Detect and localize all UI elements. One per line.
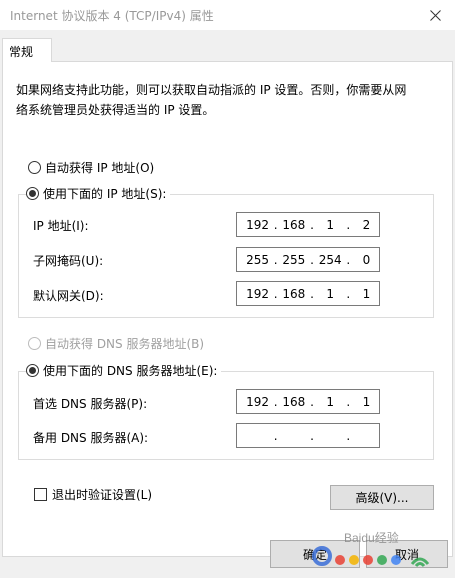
default-gateway-input[interactable]: 192. 168. 1. 1 bbox=[236, 281, 380, 306]
default-gateway-octet-2: 168 bbox=[282, 286, 306, 301]
cancel-button[interactable]: 取消 bbox=[366, 540, 448, 568]
close-button[interactable] bbox=[415, 0, 455, 30]
radio-manual-ip[interactable]: 使用下面的 IP 地址(S): bbox=[26, 185, 171, 202]
radio-manual-ip-circle[interactable] bbox=[26, 187, 39, 200]
preferred-dns-input[interactable]: 192. 168. 1. 1 bbox=[236, 389, 380, 414]
tab-general[interactable]: 常规 bbox=[2, 38, 52, 62]
preferred-dns-octet-1: 192 bbox=[246, 394, 270, 409]
validate-on-exit-label: 退出时验证设置(L) bbox=[52, 488, 153, 502]
tab-general-label: 常规 bbox=[9, 45, 34, 59]
radio-auto-dns-label: 自动获得 DNS 服务器地址(B) bbox=[45, 337, 205, 351]
preferred-dns-label: 首选 DNS 服务器(P): bbox=[33, 397, 148, 411]
advanced-button-label: 高级(V)... bbox=[355, 491, 409, 505]
validate-on-exit-box[interactable] bbox=[34, 488, 47, 501]
subnet-mask-input[interactable]: 255. 255. 254. 0 bbox=[236, 247, 380, 272]
ip-address-octet-3: 1 bbox=[326, 217, 334, 232]
radio-manual-ip-label: 使用下面的 IP 地址(S): bbox=[43, 187, 167, 201]
default-gateway-octet-1: 192 bbox=[246, 286, 270, 301]
radio-auto-ip-circle[interactable] bbox=[28, 161, 41, 174]
radio-manual-dns-label: 使用下面的 DNS 服务器地址(E): bbox=[43, 364, 218, 378]
subnet-mask-octet-2: 255 bbox=[282, 252, 306, 267]
advanced-button[interactable]: 高级(V)... bbox=[330, 485, 434, 510]
title-bar: Internet 协议版本 4 (TCP/IPv4) 属性 bbox=[0, 0, 455, 30]
ip-address-label: IP 地址(I): bbox=[33, 219, 89, 233]
preferred-dns-octet-3: 1 bbox=[326, 394, 334, 409]
radio-auto-ip[interactable]: 自动获得 IP 地址(O) bbox=[28, 159, 159, 176]
ok-button-label: 确定 bbox=[302, 547, 327, 562]
radio-auto-dns[interactable]: 自动获得 DNS 服务器地址(B) bbox=[28, 335, 209, 352]
default-gateway-label: 默认网关(D): bbox=[33, 289, 104, 303]
ip-address-input[interactable]: 192. 168. 1. 2 bbox=[236, 212, 380, 237]
close-icon bbox=[429, 9, 441, 21]
description-line-1: 如果网络支持此功能，则可以获取自动指派的 IP 设置。否则，你需要从网 bbox=[16, 83, 407, 97]
subnet-mask-label: 子网掩码(U): bbox=[33, 254, 104, 268]
alternate-dns-input[interactable]: . . . bbox=[236, 423, 380, 448]
validate-on-exit-checkbox[interactable]: 退出时验证设置(L) bbox=[34, 486, 152, 503]
default-gateway-octet-3: 1 bbox=[326, 286, 334, 301]
window-title: Internet 协议版本 4 (TCP/IPv4) 属性 bbox=[10, 9, 214, 23]
description-text: 如果网络支持此功能，则可以获取自动指派的 IP 设置。否则，你需要从网 络系统管… bbox=[16, 80, 426, 120]
default-gateway-octet-4: 1 bbox=[362, 286, 371, 301]
ip-address-octet-4: 2 bbox=[362, 217, 371, 232]
subnet-mask-octet-1: 255 bbox=[246, 252, 270, 267]
preferred-dns-octet-4: 1 bbox=[362, 394, 371, 409]
subnet-mask-octet-3: 254 bbox=[318, 252, 342, 267]
cancel-button-label: 取消 bbox=[394, 547, 419, 562]
ip-address-octet-2: 168 bbox=[282, 217, 306, 232]
ip-address-octet-1: 192 bbox=[246, 217, 270, 232]
dialog-body: 常规 如果网络支持此功能，则可以获取自动指派的 IP 设置。否则，你需要从网 络… bbox=[0, 30, 455, 578]
subnet-mask-octet-4: 0 bbox=[362, 252, 371, 267]
radio-auto-ip-label: 自动获得 IP 地址(O) bbox=[45, 161, 155, 175]
description-line-2: 络系统管理员处获得适当的 IP 设置。 bbox=[16, 103, 215, 117]
ok-button[interactable]: 确定 bbox=[270, 540, 360, 568]
preferred-dns-octet-2: 168 bbox=[282, 394, 306, 409]
radio-manual-dns[interactable]: 使用下面的 DNS 服务器地址(E): bbox=[26, 362, 222, 379]
radio-manual-dns-circle[interactable] bbox=[26, 364, 39, 377]
alternate-dns-label: 备用 DNS 服务器(A): bbox=[33, 431, 149, 445]
radio-auto-dns-circle[interactable] bbox=[28, 337, 41, 350]
